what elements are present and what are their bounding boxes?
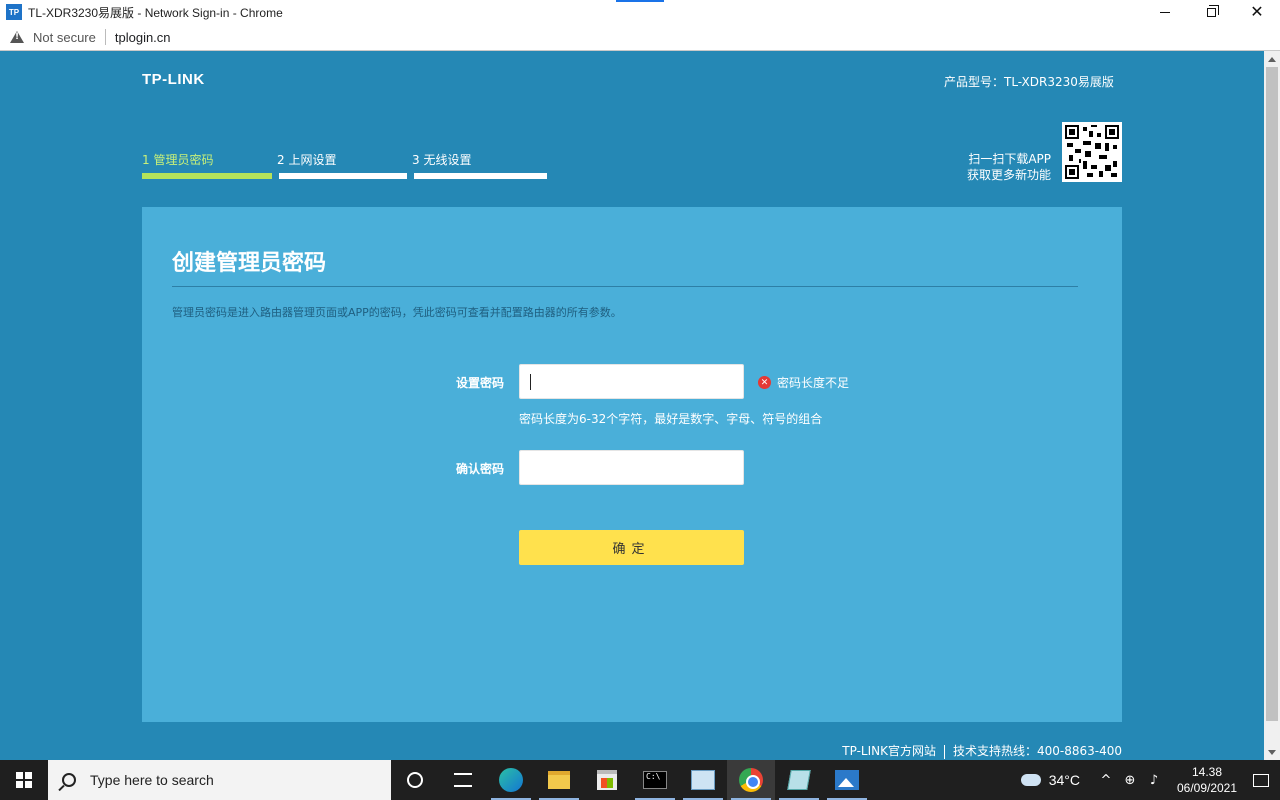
error-icon: ✕ — [758, 376, 771, 389]
temperature[interactable]: 34°C — [1049, 772, 1080, 788]
scroll-up-icon[interactable] — [1268, 57, 1276, 62]
step-progress-bar-3 — [414, 173, 547, 179]
edge-icon — [499, 768, 523, 792]
taskbar-search[interactable]: Type here to search — [48, 760, 391, 800]
taskbar-terminal[interactable]: C:\ — [631, 760, 679, 800]
globe-icon[interactable]: ⊕ — [1118, 773, 1142, 788]
cortana-button[interactable] — [391, 760, 439, 800]
windows-logo-icon — [16, 772, 32, 788]
tp-link-app-icon: TP — [6, 4, 22, 20]
password-error-text: 密码长度不足 — [777, 376, 850, 390]
password-error: ✕ 密码长度不足 — [758, 374, 849, 391]
scroll-down-icon[interactable] — [1268, 750, 1276, 755]
password-label: 设置密码 — [455, 376, 504, 390]
task-view-button[interactable] — [439, 760, 487, 800]
folder-icon — [548, 771, 570, 789]
search-placeholder: Type here to search — [90, 772, 214, 788]
weather-cloud-icon[interactable] — [1020, 774, 1041, 786]
confirm-password-input[interactable] — [519, 450, 744, 485]
taskbar-store[interactable] — [583, 760, 631, 800]
taskbar-network-app[interactable] — [679, 760, 727, 800]
notes-icon — [787, 770, 811, 790]
page-content: TP-LINK 产品型号：TL-XDR3230易展版 1 管理员密码 2 上网设… — [0, 51, 1264, 760]
footer-divider — [943, 744, 945, 759]
product-model: 产品型号：TL-XDR3230易展版 — [944, 75, 1114, 89]
search-icon — [62, 773, 76, 787]
scroll-thumb[interactable] — [1266, 67, 1278, 721]
photos-icon — [835, 770, 859, 790]
address-separator — [104, 29, 106, 45]
app-promo-line1: 扫一扫下载APP — [968, 152, 1051, 166]
address-bar[interactable]: Not secure tplogin.cn — [0, 24, 1280, 51]
minimize-icon — [1160, 11, 1170, 13]
create-password-card: 创建管理员密码 管理员密码是进入路由器管理页面或APP的密码，凭此密码可查看并配… — [142, 207, 1122, 722]
support-hotline: 技术支持热线：400-8863-400 — [952, 744, 1122, 758]
step-admin-password: 1 管理员密码 — [142, 153, 214, 167]
page-scrollbar[interactable] — [1264, 51, 1280, 760]
warning-icon[interactable] — [10, 31, 24, 43]
volume-icon[interactable]: ♪ — [1142, 773, 1166, 788]
restore-icon — [1206, 4, 1219, 17]
title-divider — [172, 286, 1078, 287]
notification-center-button[interactable] — [1242, 760, 1280, 800]
system-tray: 34°C ^ ⊕ ♪ 14.38 06/09/2021 — [1020, 760, 1280, 800]
step-wireless-settings: 3 无线设置 — [412, 153, 472, 167]
window-title: TL-XDR3230易展版 - Network Sign-in - Chrome — [28, 5, 283, 20]
taskbar-notes[interactable] — [775, 760, 823, 800]
minimize-button[interactable] — [1142, 0, 1188, 24]
titlebar-accent — [616, 0, 664, 2]
confirm-button[interactable]: 确定 — [519, 530, 744, 565]
qr-code-icon — [1062, 122, 1122, 182]
chrome-icon — [739, 768, 763, 792]
close-window-button[interactable]: ✕ — [1234, 0, 1280, 24]
clock-date: 06/09/2021 — [1176, 781, 1238, 795]
security-indicator[interactable]: Not secure — [33, 30, 96, 45]
chevron-up-icon[interactable]: ^ — [1094, 773, 1118, 788]
notification-icon — [1253, 773, 1269, 787]
taskbar-chrome[interactable] — [727, 760, 775, 800]
close-icon: ✕ — [1250, 2, 1264, 21]
confirm-password-label: 确认密码 — [455, 462, 504, 476]
text-caret — [530, 374, 531, 390]
terminal-icon: C:\ — [643, 771, 667, 789]
step-progress-bar-1 — [142, 173, 272, 179]
taskbar-clock[interactable]: 14.38 06/09/2021 — [1172, 764, 1242, 796]
page-footer: TP-LINK官方网站 技术支持热线：400-8863-400 — [0, 742, 1122, 759]
page-description: 管理员密码是进入路由器管理页面或APP的密码，凭此密码可查看并配置路由器的所有参… — [172, 306, 622, 319]
step-progress-bar-2 — [279, 173, 407, 179]
tp-link-logo: TP-LINK — [142, 71, 205, 88]
network-app-icon — [691, 770, 715, 790]
store-icon — [597, 770, 617, 790]
password-input[interactable] — [519, 364, 744, 399]
page-title: 创建管理员密码 — [172, 251, 327, 276]
task-view-icon — [454, 773, 472, 787]
windows-taskbar: Type here to search C:\ 34°C ^ ⊕ ♪ 14.38… — [0, 760, 1280, 800]
taskbar-edge[interactable] — [487, 760, 535, 800]
clock-time: 14.38 — [1191, 765, 1223, 779]
cortana-icon — [407, 772, 423, 788]
taskbar-photos[interactable] — [823, 760, 871, 800]
start-button[interactable] — [0, 760, 48, 800]
window-titlebar: TP TL-XDR3230易展版 - Network Sign-in - Chr… — [0, 0, 1280, 24]
app-promo-line2: 获取更多新功能 — [966, 168, 1051, 182]
password-hint: 密码长度为6-32个字符，最好是数字、字母、符号的组合 — [519, 412, 823, 426]
app-download-promo: 扫一扫下载APP 获取更多新功能 — [944, 151, 1051, 183]
step-internet-settings: 2 上网设置 — [277, 153, 337, 167]
taskbar-file-explorer[interactable] — [535, 760, 583, 800]
official-site-link[interactable]: TP-LINK官方网站 — [842, 744, 936, 758]
url-text[interactable]: tplogin.cn — [115, 30, 171, 45]
setup-steps: 1 管理员密码 2 上网设置 3 无线设置 — [142, 151, 552, 181]
restore-button[interactable] — [1188, 0, 1234, 24]
